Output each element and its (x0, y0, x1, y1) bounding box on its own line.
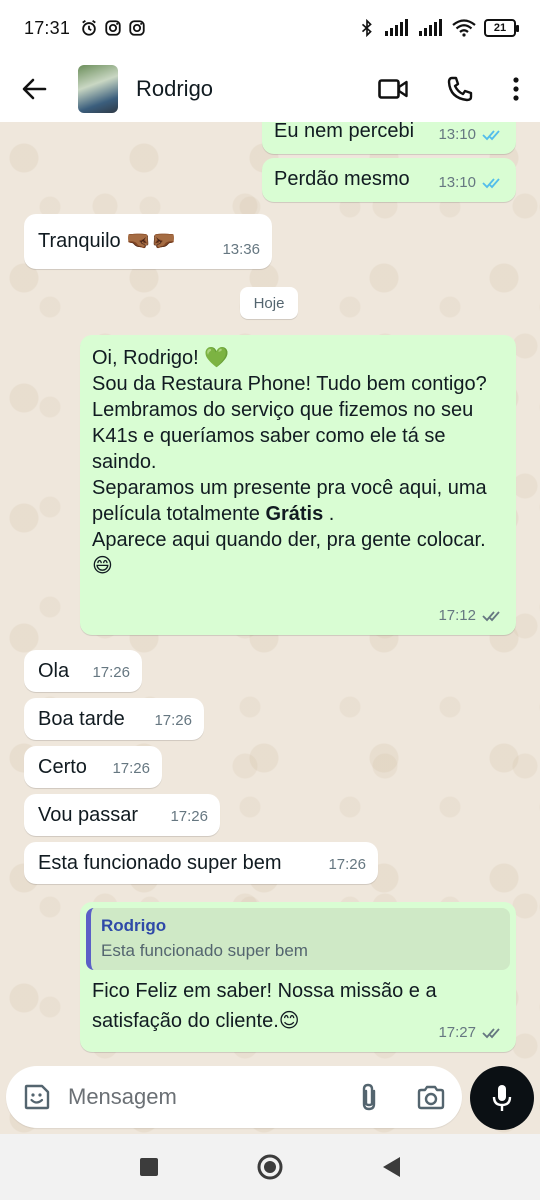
message-outgoing[interactable]: Oi, Rodrigo! 💚 Sou da Restaura Phone! Tu… (80, 335, 516, 635)
message-incoming[interactable]: Certo 17:26 (24, 746, 162, 788)
bluetooth-icon (361, 19, 372, 37)
attach-icon[interactable] (358, 1082, 380, 1112)
avatar[interactable] (78, 65, 118, 113)
message-incoming[interactable]: Boa tarde 17:26 (24, 698, 204, 740)
message-time: 17:26 (328, 856, 366, 873)
quoted-author: Rodrigo (101, 916, 167, 935)
system-navigation-bar (0, 1134, 540, 1200)
home-button-icon[interactable] (256, 1153, 284, 1181)
message-time: 13:10 (438, 174, 476, 191)
message-input[interactable] (66, 1083, 330, 1111)
message-line: Sou da Restaura Phone! Tudo bem contigo? (92, 373, 487, 395)
signal-icon (385, 19, 408, 36)
delivered-ticks-icon (482, 611, 500, 622)
message-line: Lembramos do serviço que fizemos no seu … (92, 399, 474, 473)
battery-indicator: 21 (484, 19, 519, 37)
date-divider: Hoje (240, 287, 298, 319)
delivered-ticks-icon (482, 1028, 500, 1039)
message-outgoing[interactable]: Eu nem percebi 13:10 (262, 122, 516, 154)
chat-area[interactable]: Eu nem percebi 13:10 Perdão mesmo 13:10 … (0, 122, 540, 1134)
video-call-icon[interactable] (378, 78, 408, 100)
message-text: Esta funcionado super bem (38, 852, 282, 874)
message-time: 17:26 (154, 712, 192, 729)
read-ticks-icon (482, 130, 500, 141)
instagram-icon (105, 20, 121, 36)
chat-header: Rodrigo (0, 56, 540, 122)
message-composer (0, 1062, 540, 1134)
message-incoming[interactable]: Vou passar 17:26 (24, 794, 220, 836)
message-line: Aparece aqui quando der, pra gente coloc… (92, 529, 486, 577)
status-bar: 17:31 21 (0, 0, 540, 56)
microphone-icon (492, 1085, 512, 1111)
alarm-icon (82, 20, 96, 36)
message-time: 17:12 (438, 607, 476, 624)
message-time: 13:10 (438, 126, 476, 143)
instagram-icon (129, 20, 145, 36)
message-outgoing-reply[interactable]: Rodrigo Esta funcionado super bem Fico F… (80, 902, 516, 1052)
wifi-icon (452, 19, 476, 37)
message-time: 17:26 (170, 808, 208, 825)
message-time: 17:26 (112, 760, 150, 777)
message-input-container[interactable] (6, 1066, 462, 1128)
read-ticks-icon (482, 178, 500, 189)
message-time: 17:26 (92, 664, 130, 681)
message-line: Oi, Rodrigo! 💚 (92, 347, 230, 369)
back-button[interactable] (16, 71, 52, 107)
status-time: 17:31 (24, 17, 71, 38)
camera-icon[interactable] (416, 1084, 446, 1110)
quoted-message[interactable]: Rodrigo Esta funcionado super bem (86, 908, 510, 970)
sticker-icon[interactable] (22, 1082, 52, 1112)
contact-name[interactable]: Rodrigo (136, 76, 213, 102)
message-time: 17:27 (438, 1024, 476, 1041)
voice-message-button[interactable] (470, 1066, 534, 1130)
bold-text: Grátis (265, 503, 324, 525)
more-options-icon[interactable] (512, 76, 520, 102)
message-incoming[interactable]: Tranquilo 🤜🏾🤛🏾 13:36 (24, 214, 272, 269)
arrow-left-icon (22, 78, 47, 100)
phone-call-icon[interactable] (446, 75, 474, 103)
recents-button-icon[interactable] (138, 1156, 160, 1178)
signal-icon (419, 19, 442, 36)
message-time: 13:36 (222, 241, 260, 258)
quoted-text: Esta funcionado super bem (101, 941, 308, 960)
back-nav-button-icon[interactable] (380, 1155, 402, 1179)
message-incoming[interactable]: Ola 17:26 (24, 650, 142, 692)
message-line: Separamos um presente pra você aqui, uma… (92, 477, 487, 525)
message-outgoing[interactable]: Perdão mesmo 13:10 (262, 158, 516, 202)
message-incoming[interactable]: Esta funcionado super bem 17:26 (24, 842, 378, 884)
